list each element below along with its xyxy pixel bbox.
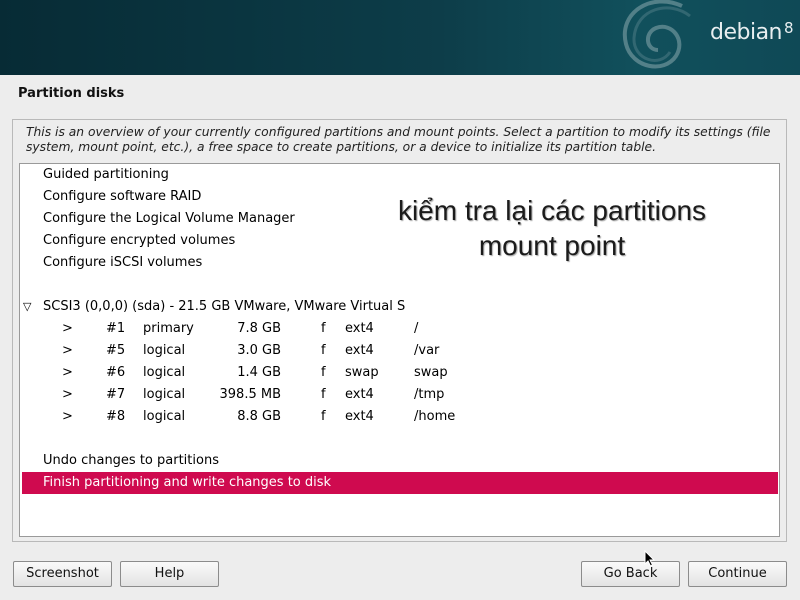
- partition-size: 1.4 GB: [237, 365, 281, 380]
- partition-row[interactable]: > #7 logical 398.5 MB f ext4 /tmp: [22, 384, 778, 406]
- menu-item-label: Configure encrypted volumes: [43, 233, 236, 248]
- partition-type: primary: [143, 321, 194, 336]
- partition-number: #7: [106, 387, 126, 402]
- partition-flag: f: [321, 343, 326, 358]
- disk-label: SCSI3 (0,0,0) (sda) - 21.5 GB VMware, VM…: [43, 299, 406, 314]
- menu-item-finish-partitioning[interactable]: Finish partitioning and write changes to…: [22, 472, 778, 494]
- debian-brand: debian 8: [710, 19, 794, 45]
- partition-filesystem: swap: [345, 365, 379, 380]
- help-button[interactable]: Help: [120, 561, 219, 587]
- annotation-line-2: mount point: [478, 230, 626, 261]
- menu-item-label: Configure the Logical Volume Manager: [43, 211, 295, 226]
- partition-flag: f: [321, 409, 326, 424]
- menu-item-label: Guided partitioning: [43, 167, 169, 182]
- partition-row[interactable]: > #8 logical 8.8 GB f ext4 /home: [22, 406, 778, 428]
- debian-banner: debian 8: [0, 0, 800, 75]
- brand-version: 8: [784, 19, 794, 37]
- partition-mount-point: swap: [414, 365, 448, 380]
- partition-row[interactable]: > #6 logical 1.4 GB f swap swap: [22, 362, 778, 384]
- partition-size: 7.8 GB: [237, 321, 281, 336]
- annotation-line-1: kiểm tra lại các partitions: [397, 195, 707, 226]
- expand-arrow-icon: >: [62, 409, 73, 424]
- partition-number: #6: [106, 365, 126, 380]
- partition-size: 3.0 GB: [237, 343, 281, 358]
- partition-filesystem: ext4: [345, 387, 374, 402]
- partition-mount-point: /home: [414, 409, 456, 424]
- partition-number: #1: [106, 321, 126, 336]
- partition-number: #8: [106, 409, 126, 424]
- overlay-annotation: kiểm tra lại các partitions mount point: [352, 193, 752, 263]
- expand-arrow-icon: >: [62, 321, 73, 336]
- partition-mount-point: /: [414, 321, 419, 336]
- continue-button[interactable]: Continue: [688, 561, 787, 587]
- collapse-triangle-icon[interactable]: ▽: [23, 296, 31, 318]
- partition-size: 8.8 GB: [237, 409, 281, 424]
- partition-mount-point: /var: [414, 343, 440, 358]
- partition-row[interactable]: > #1 primary 7.8 GB f ext4 /: [22, 318, 778, 340]
- expand-arrow-icon: >: [62, 387, 73, 402]
- partition-flag: f: [321, 365, 326, 380]
- partition-type: logical: [143, 343, 186, 358]
- intro-text: This is an overview of your currently co…: [26, 125, 771, 154]
- partition-row[interactable]: > #5 logical 3.0 GB f ext4 /var: [22, 340, 778, 362]
- menu-item-label: Undo changes to partitions: [43, 453, 219, 468]
- partition-number: #5: [106, 343, 126, 358]
- partition-type: logical: [143, 365, 186, 380]
- menu-item-label: Configure iSCSI volumes: [43, 255, 203, 270]
- menu-item-label: Finish partitioning and write changes to…: [43, 475, 332, 490]
- disk-row-sda[interactable]: ▽ SCSI3 (0,0,0) (sda) - 21.5 GB VMware, …: [22, 296, 778, 318]
- menu-item-undo-changes[interactable]: Undo changes to partitions: [22, 450, 778, 472]
- menu-item-guided-partitioning[interactable]: Guided partitioning: [22, 164, 778, 186]
- screenshot-button[interactable]: Screenshot: [13, 561, 112, 587]
- partition-filesystem: ext4: [345, 321, 374, 336]
- partition-size: 398.5 MB: [219, 387, 281, 402]
- menu-item-label: Configure software RAID: [43, 189, 202, 204]
- partition-type: logical: [143, 387, 186, 402]
- partition-filesystem: ext4: [345, 343, 374, 358]
- partition-flag: f: [321, 321, 326, 336]
- mouse-pointer-icon: [644, 550, 656, 567]
- brand-name: debian: [710, 20, 783, 45]
- page-title: Partition disks: [18, 86, 125, 101]
- expand-arrow-icon: >: [62, 365, 73, 380]
- partition-type: logical: [143, 409, 186, 424]
- partition-flag: f: [321, 387, 326, 402]
- expand-arrow-icon: >: [62, 343, 73, 358]
- partition-mount-point: /tmp: [414, 387, 445, 402]
- go-back-button[interactable]: Go Back: [581, 561, 680, 587]
- partition-filesystem: ext4: [345, 409, 374, 424]
- debian-swirl-logo-icon: [622, 0, 691, 69]
